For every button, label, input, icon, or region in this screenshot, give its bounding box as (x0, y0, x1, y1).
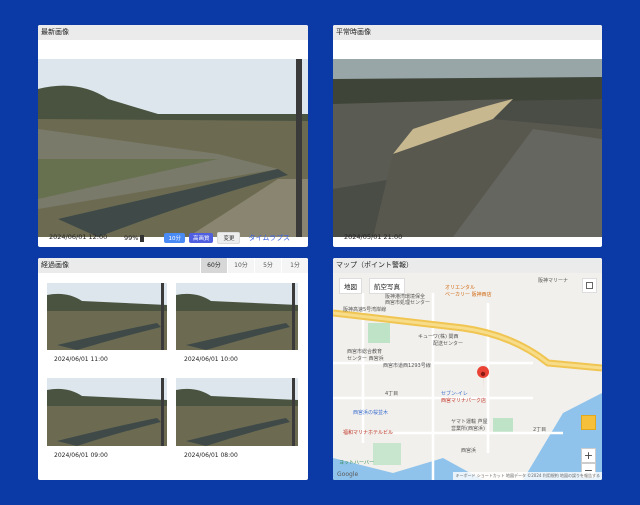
latest-image-title: 最新画像 (38, 25, 308, 40)
map-label-sakura: 西宮浜の桜並木 (353, 410, 389, 416)
history-thumb[interactable] (176, 378, 298, 446)
history-thumb[interactable] (47, 283, 167, 350)
fullscreen-button[interactable] (582, 278, 597, 293)
latest-status-row: 99% 10分 高画質 変更 タイムラプス (124, 232, 290, 244)
google-logo: Google (337, 471, 359, 478)
map-type-map-button[interactable]: 地図 (339, 278, 362, 294)
map-label-seven: セブン-イレ (441, 391, 468, 397)
map-title: マップ（ポイント警報） (333, 258, 602, 273)
history-thumb[interactable] (47, 378, 167, 446)
normal-meta-row: 2024/05/01 21:00 (344, 233, 402, 241)
map-label-center: 西宮市処理センター (385, 300, 431, 306)
normal-image-title: 平常時画像 (333, 25, 602, 40)
history-thumb[interactable] (176, 283, 298, 350)
battery-percentage: 99% (124, 234, 139, 242)
tab-60min[interactable]: 60分 (200, 258, 227, 273)
history-thumb-date: 2024/06/01 09:00 (54, 452, 108, 459)
tab-10min[interactable]: 10分 (227, 258, 254, 273)
timelapse-link[interactable]: タイムラプス (248, 233, 290, 243)
map-label-kewpie2: 配送センター (433, 341, 464, 347)
map-label-bakery: ベーカリー 阪神西店 (445, 292, 492, 298)
tab-5min[interactable]: 5分 (254, 258, 281, 273)
interval-chip: 10分 (164, 233, 185, 243)
zoom-in-button[interactable]: + (581, 448, 596, 463)
latest-timestamp: 2024/06/01 12:00 (49, 233, 108, 241)
normal-photo[interactable] (333, 59, 602, 237)
map-canvas[interactable]: 地図 航空写真 オリエンタル ベーカリー 阪神西店 阪神マリーナ 阪神高速5号湾… (333, 273, 602, 480)
change-button[interactable]: 変更 (217, 232, 241, 244)
normal-image-panel: 平常時画像 2024/05/01 21:00 (333, 25, 602, 247)
map-label-yamato: ヤマト運輸 芦屋 (451, 419, 488, 425)
history-thumb-date: 2024/06/01 11:00 (54, 356, 108, 363)
map-label-hotel: 福和マリナホテルビル (343, 430, 394, 436)
map-label-yamato2: 営業所(西宮浜) (451, 426, 485, 432)
map-label-education: 西宮市総合教育 (347, 349, 383, 355)
history-thumb-date: 2024/06/01 08:00 (184, 452, 238, 459)
latest-image-panel: 最新画像 2024/06/01 12:00 99% 10分 高画質 変更 タイム… (38, 25, 308, 247)
map-label-road: 西宮市道西1293号線 (383, 363, 431, 369)
fullscreen-icon (586, 282, 593, 289)
map-label-seven2: 西宮マリナパーク店 (441, 398, 487, 404)
latest-photo[interactable] (38, 59, 308, 237)
map-panel: マップ（ポイント警報） 地図 航空写真 オリエンタル ベーカリー 阪神西店 阪神… (333, 258, 602, 480)
interval-tabs: 60分 10分 5分 1分 (200, 258, 308, 273)
map-label-nishinomiya-hama: 西宮浜 (461, 448, 477, 454)
map-label-expressway: 阪神高速5号湾岸線 (343, 307, 387, 313)
map-label-kewpie: キューワ(株) 関西 (418, 334, 459, 340)
latest-meta-row: 2024/06/01 12:00 (49, 233, 107, 241)
map-label-education2: センター 西宮浜 (347, 356, 384, 362)
map-label-block2: 2丁目 (533, 427, 547, 433)
map-type-satellite-button[interactable]: 航空写真 (369, 278, 405, 294)
map-label-block4: 4丁目 (385, 391, 399, 397)
tab-1min[interactable]: 1分 (281, 258, 308, 273)
battery-icon (140, 234, 145, 242)
map-label-oriental: オリエンタル (445, 285, 476, 291)
normal-timestamp: 2024/05/01 21:00 (344, 233, 403, 241)
quality-chip: 高画質 (188, 233, 214, 243)
map-footer: キーボード ショートカット 地図データ ©2024 利用規約 地図の誤りを報告す… (453, 472, 602, 480)
history-panel: 経過画像 60分 10分 5分 1分 2024/06/01 11:00 2024… (38, 258, 308, 480)
history-thumb-date: 2024/06/01 10:00 (184, 356, 238, 363)
map-label-harbor: ヨットハーバー (339, 460, 374, 466)
map-label-hanshin-marina: 阪神マリーナ (538, 278, 569, 284)
street-view-pegman[interactable] (581, 415, 596, 430)
